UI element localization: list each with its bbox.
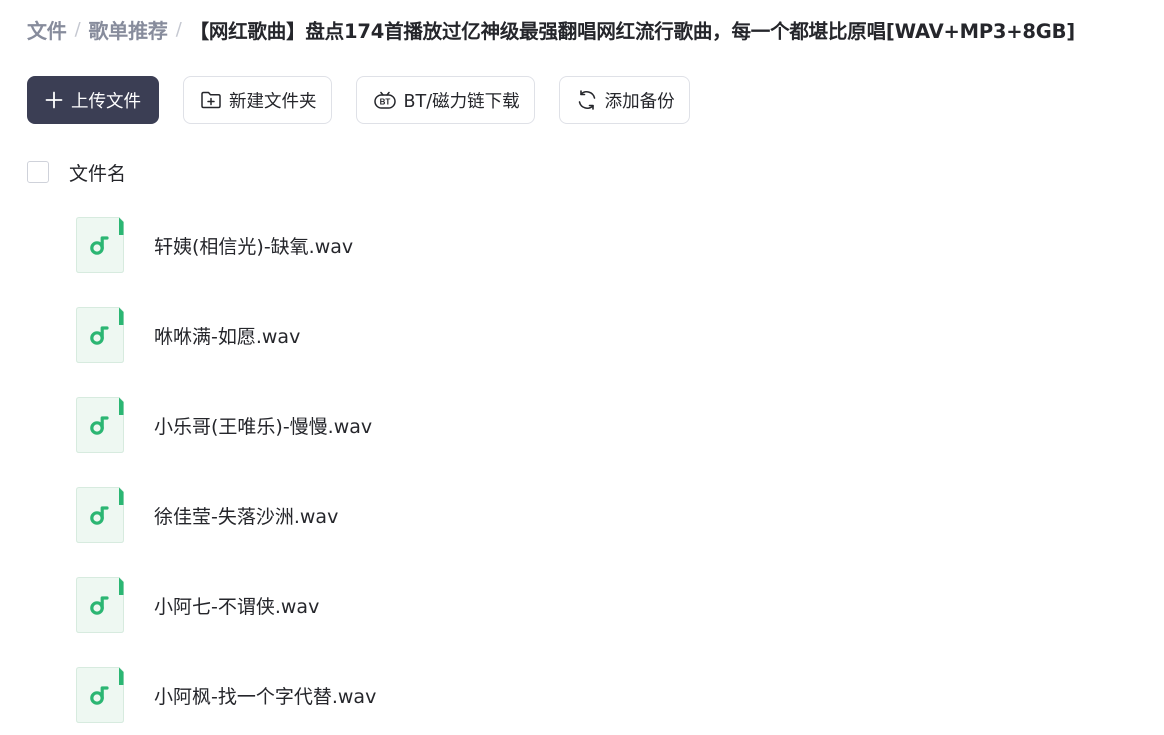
- file-row[interactable]: 咻咻满-如愿.wav: [0, 290, 1164, 380]
- breadcrumb-separator: /: [175, 18, 182, 40]
- bt-magnet-download-button[interactable]: BT BT/磁力链下载: [355, 76, 535, 124]
- column-header-filename[interactable]: 文件名: [69, 159, 126, 186]
- toolbar: 上传文件 新建文件夹 BT BT/磁力链下载 添加备份: [27, 76, 690, 124]
- plus-icon: [45, 91, 63, 109]
- file-row[interactable]: 徐佳莹-失落沙洲.wav: [0, 470, 1164, 560]
- audio-file-icon: [76, 577, 124, 633]
- file-name[interactable]: 小阿枫-找一个字代替.wav: [154, 682, 376, 709]
- sync-icon: [576, 89, 598, 111]
- new-folder-button[interactable]: 新建文件夹: [183, 76, 332, 124]
- file-name[interactable]: 咻咻满-如愿.wav: [154, 322, 300, 349]
- folder-plus-icon: [200, 90, 222, 110]
- add-backup-label: 添加备份: [604, 91, 675, 112]
- upload-file-button[interactable]: 上传文件: [27, 76, 159, 124]
- file-browser-page: 文件 / 歌单推荐 / 【网红歌曲】盘点174首播放过亿神级最强翻唱网红流行歌曲…: [0, 0, 1164, 735]
- audio-file-icon: [76, 487, 124, 543]
- file-list-header: 文件名: [27, 158, 126, 186]
- upload-file-label: 上传文件: [71, 91, 141, 112]
- audio-file-icon: [76, 217, 124, 273]
- file-name[interactable]: 小阿七-不谓侠.wav: [154, 592, 319, 619]
- file-name[interactable]: 徐佳莹-失落沙洲.wav: [154, 502, 338, 529]
- breadcrumb-item-playlist[interactable]: 歌单推荐: [88, 15, 167, 44]
- add-backup-button[interactable]: 添加备份: [558, 76, 690, 124]
- file-row[interactable]: 小乐哥(王唯乐)-慢慢.wav: [0, 380, 1164, 470]
- file-name[interactable]: 轩姨(相信光)-缺氧.wav: [154, 232, 353, 259]
- audio-file-icon: [76, 667, 124, 723]
- bt-icon: BT: [373, 89, 397, 111]
- audio-file-icon: [76, 307, 124, 363]
- bt-magnet-download-label: BT/磁力链下载: [403, 91, 520, 112]
- breadcrumb-current-folder: 【网红歌曲】盘点174首播放过亿神级最强翻唱网红流行歌曲，每一个都堪比原唱[WA…: [189, 19, 1076, 43]
- audio-file-icon: [76, 397, 124, 453]
- file-row[interactable]: 小阿七-不谓侠.wav: [0, 560, 1164, 650]
- svg-text:BT: BT: [379, 98, 390, 107]
- breadcrumb-separator: /: [74, 18, 81, 40]
- file-row[interactable]: 轩姨(相信光)-缺氧.wav: [0, 200, 1164, 290]
- breadcrumb: 文件 / 歌单推荐 / 【网红歌曲】盘点174首播放过亿神级最强翻唱网红流行歌曲…: [27, 14, 1075, 44]
- new-folder-label: 新建文件夹: [229, 91, 317, 112]
- file-name[interactable]: 小乐哥(王唯乐)-慢慢.wav: [154, 412, 372, 439]
- breadcrumb-item-files[interactable]: 文件: [27, 15, 67, 44]
- file-row[interactable]: 小阿枫-找一个字代替.wav: [0, 650, 1164, 735]
- file-list: 轩姨(相信光)-缺氧.wav 咻咻满-如愿.wav 小乐哥(王唯乐)-慢慢.wa…: [0, 200, 1164, 735]
- select-all-checkbox[interactable]: [27, 161, 49, 183]
